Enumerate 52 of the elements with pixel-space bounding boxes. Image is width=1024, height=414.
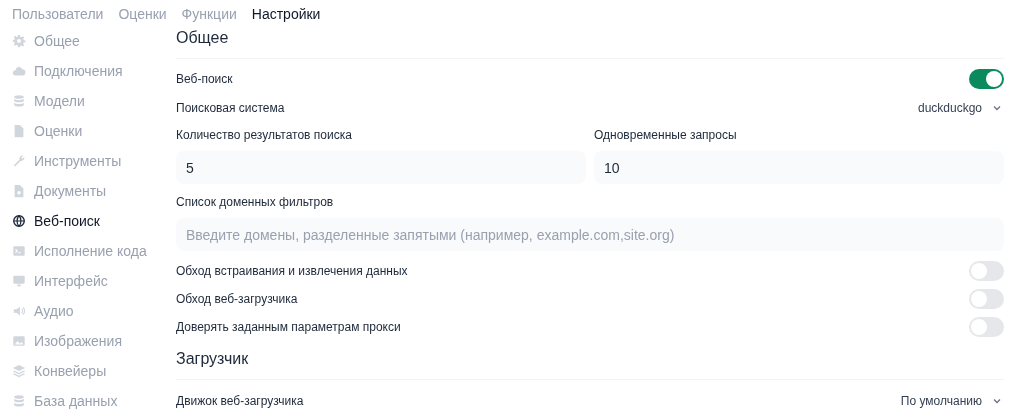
database-icon <box>12 394 26 408</box>
wrench-icon <box>12 154 26 168</box>
sidebar-item[interactable]: Общее <box>12 26 176 56</box>
sidebar-item[interactable]: Исполнение кода <box>12 236 176 266</box>
toggle-switch[interactable] <box>969 261 1004 281</box>
field-label: Список доменных фильтров <box>176 194 335 211</box>
sidebar-item[interactable]: Документы <box>12 176 176 206</box>
sidebar-item[interactable]: Интерфейс <box>12 266 176 296</box>
field-label: Количество результатов поиска <box>176 127 353 144</box>
setting-label: Обход веб-загрузчика <box>176 291 298 308</box>
input-field[interactable]: 5 <box>176 151 586 184</box>
globe-icon <box>12 214 26 228</box>
tab[interactable]: Пользователи <box>12 4 104 25</box>
toggle-switch[interactable] <box>969 317 1004 337</box>
setting-label: Обход встраивания и извлечения данных <box>176 263 408 280</box>
toggle-switch[interactable] <box>969 69 1004 89</box>
sidebar-item[interactable]: Конвейеры <box>12 356 176 386</box>
chevron-down-icon <box>992 103 1002 113</box>
sidebar-item[interactable]: Веб-поиск <box>12 206 176 236</box>
monitor-icon <box>12 274 26 288</box>
input-field[interactable]: 10 <box>594 151 1004 184</box>
field-label: Одновременные запросы <box>594 127 738 144</box>
terminal-icon <box>12 244 26 258</box>
chevron-down-icon <box>992 396 1002 406</box>
cloud-icon <box>12 64 26 78</box>
setting-label: Веб-поиск <box>176 71 233 88</box>
document-icon <box>12 184 26 198</box>
tab[interactable]: Оценки <box>118 4 167 25</box>
input-field[interactable]: Введите домены, разделенные запятыми (например, example.com,site.org) <box>176 218 1004 251</box>
setting-label: Доверять заданным параметрам прокси <box>176 319 401 336</box>
section-heading: Загрузчик <box>176 349 250 369</box>
image-icon <box>12 334 26 348</box>
tab[interactable]: Настройки <box>251 4 321 25</box>
sidebar-item[interactable]: Аудио <box>12 296 176 326</box>
select-dropdown[interactable]: По умолчанию <box>900 392 1004 410</box>
setting-label: Поисковая система <box>176 100 285 117</box>
database-icon <box>12 94 26 108</box>
sidebar-item[interactable]: Инструменты <box>12 146 176 176</box>
speaker-icon <box>12 304 26 318</box>
document-icon <box>12 124 26 138</box>
sidebar-item[interactable]: База данных <box>12 386 176 414</box>
section-heading: Общее <box>176 28 230 48</box>
sidebar-item[interactable]: Модели <box>12 86 176 116</box>
layers-icon <box>12 364 26 378</box>
toggle-switch[interactable] <box>969 289 1004 309</box>
tab[interactable]: Функции <box>181 4 237 25</box>
sidebar-item[interactable]: Изображения <box>12 326 176 356</box>
sidebar-item[interactable]: Подключения <box>12 56 176 86</box>
setting-label: Движок веб-загрузчика <box>176 393 304 410</box>
gear-icon <box>12 34 26 48</box>
sidebar-item[interactable]: Оценки <box>12 116 176 146</box>
select-dropdown[interactable]: duckduckgo <box>917 99 1004 117</box>
